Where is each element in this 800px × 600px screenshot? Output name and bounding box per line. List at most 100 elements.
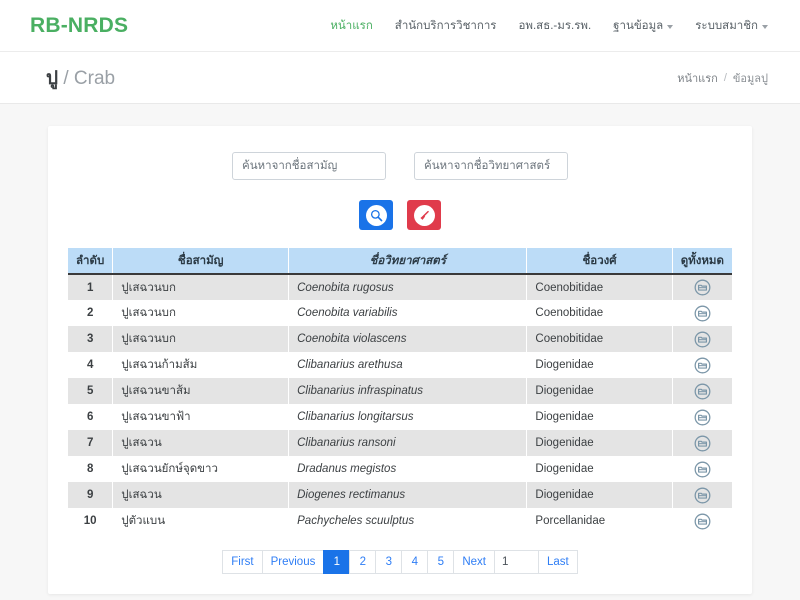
cell-view-detail[interactable] (672, 456, 732, 482)
cell-family: Diogenidae (526, 378, 673, 404)
nav-item-home[interactable]: หน้าแรก (330, 17, 372, 35)
pagination-page-3[interactable]: 3 (375, 550, 402, 574)
cell-view-detail[interactable] (672, 378, 732, 404)
cell-index: 6 (68, 404, 114, 430)
nav-item-member-system[interactable]: ระบบสมาชิก (695, 17, 768, 35)
cell-family: Diogenidae (526, 482, 673, 508)
cell-common-name: ปูเสฉวน (112, 482, 290, 508)
cell-index: 5 (68, 378, 114, 404)
folder-icon[interactable] (694, 305, 711, 321)
top-navbar: RB-NRDS หน้าแรก สำนักบริการวิชาการ อพ.สธ… (0, 0, 800, 52)
cell-view-detail[interactable] (672, 326, 732, 352)
cell-scientific-name: Clibanarius infraspinatus (288, 378, 528, 404)
table-row: 2 ปูเสฉวนบก Coenobita variabilis Coenobitid… (68, 300, 732, 326)
pagination-page-4[interactable]: 4 (401, 550, 428, 574)
nav-item-database-label: ฐานข้อมูล (613, 19, 664, 32)
cell-family: Diogenidae (526, 404, 673, 430)
folder-icon[interactable] (694, 461, 711, 477)
cell-index: 7 (68, 430, 114, 456)
page-title-thai: ปู (46, 67, 59, 89)
nav-item-database[interactable]: ฐานข้อมูล (613, 17, 674, 35)
cell-family: Porcellanidae (526, 508, 673, 534)
pagination-next[interactable]: Next (453, 550, 494, 574)
chevron-down-icon (667, 24, 674, 29)
cell-scientific-name: Clibanarius ransoni (288, 430, 528, 456)
page-title-english: Crab (73, 67, 116, 89)
cell-scientific-name: Pachycheles scuulptus (288, 508, 528, 534)
cell-view-detail[interactable] (672, 508, 732, 534)
breadcrumb-home[interactable]: หน้าแรก (677, 69, 718, 87)
page-body: ลำดับ ชื่อสามัญ ชื่อวิทยาศาสตร์ ชื่อวงศ์… (0, 104, 800, 594)
pagination-page-2[interactable]: 2 (349, 550, 376, 574)
table-body: 1 ปูเสฉวนบก Coenobita rugosus Coenobitidae 2… (68, 274, 732, 534)
nav-item-academic-service[interactable]: สำนักบริการวิชาการ (395, 17, 497, 35)
folder-icon[interactable] (694, 487, 711, 503)
folder-icon[interactable] (694, 513, 711, 529)
pagination: First Previous 1 2 3 4 5 Next Last (68, 550, 732, 574)
cell-common-name: ปูตัวแบน (112, 508, 290, 534)
cell-common-name: ปูเสฉวนขาส้ม (112, 378, 290, 404)
cell-view-detail[interactable] (672, 430, 732, 456)
search-scientific-name-input[interactable] (414, 152, 568, 180)
cell-view-detail[interactable] (672, 404, 732, 430)
chevron-down-icon (762, 24, 768, 29)
cell-family: Diogenidae (526, 352, 673, 378)
cell-index: 2 (68, 300, 114, 326)
nav-item-member-system-label: ระบบสมาชิก (695, 19, 758, 32)
cell-view-detail[interactable] (672, 274, 732, 300)
folder-icon[interactable] (694, 357, 711, 373)
cell-index: 8 (68, 456, 114, 482)
cell-scientific-name: Dradanus megistos (288, 456, 528, 482)
cell-view-detail[interactable] (672, 300, 732, 326)
cell-family: Diogenidae (526, 456, 673, 482)
cell-index: 9 (68, 482, 114, 508)
table-head: ลำดับ ชื่อสามัญ ชื่อวิทยาศาสตร์ ชื่อวงศ์… (68, 248, 732, 275)
nav-item-academic-service-label: สำนักบริการวิชาการ (394, 19, 497, 32)
pagination-page-5[interactable]: 5 (427, 550, 454, 574)
folder-icon[interactable] (694, 279, 711, 296)
content-card: ลำดับ ชื่อสามัญ ชื่อวิทยาศาสตร์ ชื่อวงศ์… (48, 126, 752, 594)
folder-icon[interactable] (694, 409, 711, 425)
pagination-last[interactable]: Last (538, 550, 578, 574)
table-header-row: ลำดับ ชื่อสามัญ ชื่อวิทยาศาสตร์ ชื่อวงศ์… (68, 248, 732, 275)
table-row: 6 ปูเสฉวนขาฟ้า Clibanarius longitarsus Diog… (68, 404, 732, 430)
table-row: 4 ปูเสฉวนก้ามส้ม Clibanarius arethusa Dioge… (68, 352, 732, 378)
breadcrumb: หน้าแรก / ข้อมูลปู (677, 69, 768, 87)
pagination-first[interactable]: First (222, 550, 262, 574)
nav-item-home-label: หน้าแรก (330, 19, 373, 32)
nav-item-rspg[interactable]: อพ.สธ.-มร.รพ. (519, 17, 592, 35)
pagination-previous[interactable]: Previous (261, 550, 324, 574)
column-header-index: ลำดับ (68, 248, 114, 275)
cell-common-name: ปูเสฉวน (112, 430, 290, 456)
table-row: 3 ปูเสฉวนบก Coenobita violascens Coenobitid… (68, 326, 732, 352)
search-button[interactable] (359, 200, 393, 230)
cell-common-name: ปูเสฉวนขาฟ้า (112, 404, 290, 430)
cell-view-detail[interactable] (672, 482, 732, 508)
cell-scientific-name: Diogenes rectimanus (288, 482, 528, 508)
cell-view-detail[interactable] (672, 352, 732, 378)
broom-icon (413, 204, 435, 226)
cell-common-name: ปูเสฉวนบก (112, 326, 290, 352)
column-header-scientific-name: ชื่อวิทยาศาสตร์ (288, 248, 528, 275)
table-row: 8 ปูเสฉวนยักษ์จุดขาว Dradanus megistos Diog… (68, 456, 732, 482)
column-header-view-all: ดูทั้งหมด (672, 248, 732, 275)
folder-icon[interactable] (694, 383, 711, 399)
cell-scientific-name: Coenobita variabilis (288, 300, 528, 326)
page-title: ปู / Crab (46, 63, 115, 93)
table-row: 10 ปูตัวแบน Pachycheles scuulptus Porcellan… (68, 508, 732, 534)
column-header-family: ชื่อวงศ์ (526, 248, 673, 275)
folder-icon[interactable] (694, 435, 711, 451)
brand-logo[interactable]: RB-NRDS (30, 14, 128, 38)
search-common-name-input[interactable] (232, 152, 386, 180)
clear-button[interactable] (407, 200, 441, 230)
cell-family: Coenobitidae (526, 326, 673, 352)
cell-index: 1 (68, 274, 114, 300)
main-navigation: หน้าแรก สำนักบริการวิชาการ อพ.สธ.-มร.รพ.… (330, 17, 768, 35)
pagination-page-1[interactable]: 1 (323, 550, 350, 574)
cell-common-name: ปูเสฉวนบก (112, 300, 290, 326)
table-row: 1 ปูเสฉวนบก Coenobita rugosus Coenobitidae (68, 274, 732, 300)
cell-common-name: ปูเสฉวนบก (112, 274, 290, 300)
cell-common-name: ปูเสฉวนก้ามส้ม (112, 352, 290, 378)
pagination-page-input[interactable] (494, 550, 538, 574)
folder-icon[interactable] (694, 331, 711, 347)
